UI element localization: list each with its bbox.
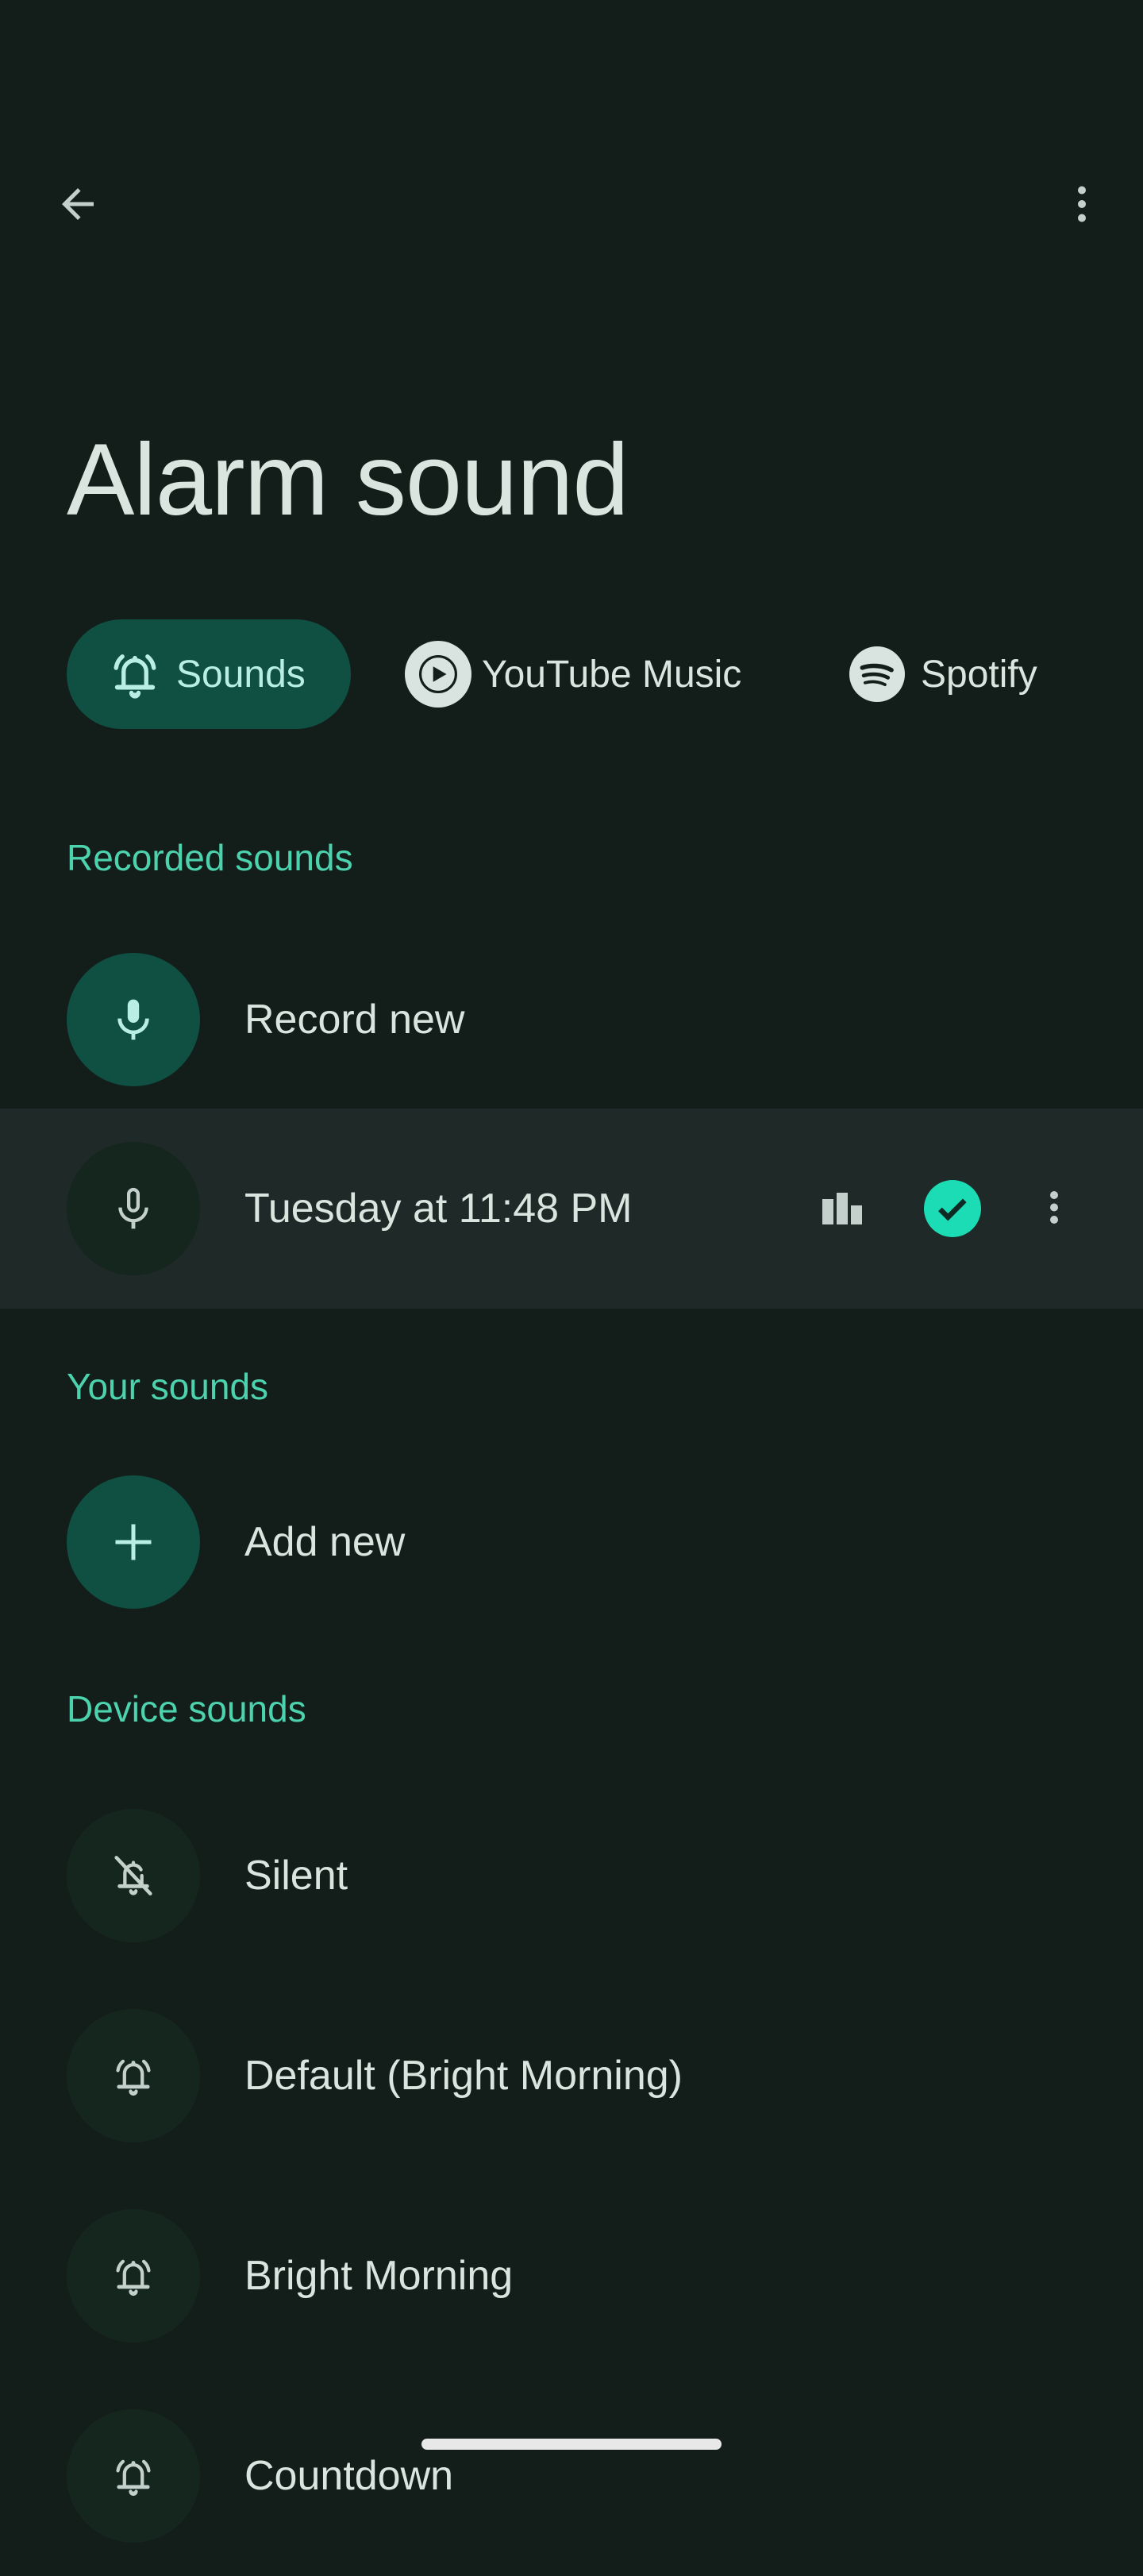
list-item-label: Bright Morning <box>244 2253 514 2299</box>
list-item-label: Tuesday at 11:48 PM <box>244 1186 633 1232</box>
list-item-label: Silent <box>244 1853 348 1899</box>
alarm-bell-icon <box>116 2059 151 2096</box>
mic-icon <box>118 1187 148 1229</box>
preview-button[interactable] <box>811 1109 875 1309</box>
list-item-silent[interactable]: Silent <box>0 1776 1143 1976</box>
youtube-music-icon <box>405 641 471 708</box>
tab-label: Spotify <box>921 653 1037 696</box>
section-label-device: Device sounds <box>67 1688 306 1730</box>
section-label-yours: Your sounds <box>67 1366 269 1407</box>
list-item-label: Record new <box>244 997 465 1043</box>
list-item-record-new[interactable]: Record new <box>0 920 1143 1120</box>
alarm-bell-icon <box>116 2259 151 2296</box>
list-item-bright-morning[interactable]: Bright Morning <box>0 2176 1143 2376</box>
source-tabs: Sounds YouTube Music Spotify <box>67 619 1143 729</box>
more-options-button[interactable] <box>1042 164 1122 244</box>
arrow-back-icon <box>62 188 94 220</box>
recording-avatar <box>67 1142 200 1275</box>
tab-label: Sounds <box>176 653 306 696</box>
tab-youtube-music[interactable]: YouTube Music <box>405 619 742 729</box>
tab-label: YouTube Music <box>482 653 742 696</box>
section-label-recorded: Recorded sounds <box>67 837 353 878</box>
record-avatar <box>67 953 200 1086</box>
back-button[interactable] <box>38 164 117 244</box>
list-item-add-new[interactable]: Add new <box>0 1442 1143 1642</box>
recording-more-button[interactable] <box>1022 1109 1086 1309</box>
spotify-icon <box>846 643 908 705</box>
list-item-default-bright-morning[interactable]: Default (Bright Morning) <box>0 1976 1143 2176</box>
selected-check[interactable] <box>921 1109 984 1309</box>
list-item-recording[interactable]: Tuesday at 11:48 PM <box>0 1109 1143 1309</box>
add-icon <box>115 1524 152 1560</box>
list-item-countdown[interactable]: Countdown <box>0 2376 1143 2576</box>
tab-spotify[interactable]: Spotify <box>846 619 1037 729</box>
list-item-label: Default (Bright Morning) <box>244 2053 683 2099</box>
home-indicator[interactable] <box>421 2439 722 2450</box>
list-item-label: Add new <box>244 1519 406 1565</box>
alarm-bell-icon <box>105 643 165 705</box>
check-circle-icon <box>924 1180 981 1237</box>
more-vert-icon <box>1078 186 1086 222</box>
list-item-label: Countdown <box>244 2453 454 2499</box>
add-avatar <box>67 1475 200 1609</box>
equalizer-icon <box>822 1193 862 1224</box>
tab-sounds[interactable]: Sounds <box>67 619 351 729</box>
page-title: Alarm sound <box>67 423 629 537</box>
sound-avatar <box>67 2009 200 2142</box>
sound-avatar <box>67 2209 200 2343</box>
silent-avatar <box>67 1809 200 1942</box>
sound-avatar <box>67 2409 200 2543</box>
alarm-bell-icon <box>116 2459 151 2497</box>
more-vert-icon <box>1050 1191 1058 1224</box>
alarm-off-icon <box>114 1856 152 1895</box>
mic-icon <box>117 999 149 1040</box>
